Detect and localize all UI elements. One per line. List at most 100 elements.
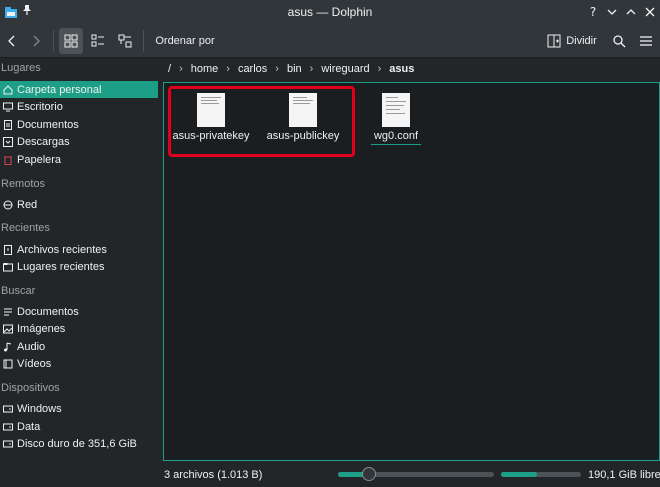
free-space-fill: [501, 472, 537, 477]
place-label: Descargas: [17, 135, 70, 148]
section-label-lugares: Lugares: [1, 62, 41, 74]
toolbar-separator: [143, 30, 144, 52]
place-label: Imágenes: [17, 322, 66, 335]
sort-by-label: Ordenar por: [155, 35, 215, 47]
search-icon: [613, 35, 626, 48]
icons-view-icon: [64, 34, 78, 48]
search-audio[interactable]: Audio: [0, 338, 158, 355]
place-papelera[interactable]: Papelera: [0, 151, 158, 168]
breadcrumb-carlos[interactable]: carlos: [238, 63, 267, 75]
drive-icon: [3, 404, 13, 414]
place-descargas[interactable]: Descargas: [0, 133, 158, 150]
details-view-icon: [118, 34, 132, 48]
zoom-slider[interactable]: [338, 467, 494, 481]
recent-places-icon: [3, 262, 13, 272]
search-imagenes[interactable]: Imágenes: [0, 320, 158, 337]
place-label: Lugares recientes: [17, 260, 105, 273]
close-icon[interactable]: [643, 5, 657, 19]
breadcrumb-bin[interactable]: bin: [287, 63, 302, 75]
breadcrumb-root[interactable]: /: [168, 63, 171, 75]
place-archivos-recientes[interactable]: Archivos recientes: [0, 241, 158, 258]
place-lugares-recientes[interactable]: Lugares recientes: [0, 258, 158, 275]
search-videos[interactable]: Vídeos: [0, 355, 158, 372]
breadcrumb: / › home › carlos › bin › wireguard › as…: [160, 58, 660, 80]
file-name: wg0.conf: [373, 130, 419, 142]
place-label: Archivos recientes: [17, 243, 107, 256]
zoom-slider-handle[interactable]: [362, 467, 377, 481]
maximize-icon[interactable]: [624, 5, 638, 19]
network-icon: [3, 200, 13, 210]
place-documentos[interactable]: Documentos: [0, 116, 158, 133]
trash-icon: [3, 155, 13, 165]
minimize-icon[interactable]: [605, 5, 619, 19]
file-underline: [371, 144, 421, 145]
search-button[interactable]: [609, 28, 629, 54]
icons-view-button[interactable]: [59, 28, 83, 54]
place-red[interactable]: Red: [0, 196, 158, 213]
file-item[interactable]: wg0.conf: [364, 93, 428, 145]
search-documentos[interactable]: Documentos: [0, 303, 158, 320]
svg-text:?: ?: [590, 5, 596, 19]
help-icon[interactable]: ?: [586, 5, 600, 19]
place-escritorio[interactable]: Escritorio: [0, 98, 158, 115]
breadcrumb-home[interactable]: home: [191, 63, 219, 75]
chevron-right-icon[interactable]: ›: [378, 63, 382, 75]
home-icon: [3, 84, 13, 95]
place-label: Carpeta personal: [17, 83, 102, 96]
device-windows[interactable]: Windows: [0, 400, 158, 417]
videos-icon: [3, 359, 13, 369]
split-view-label: Dividir: [566, 35, 597, 47]
compact-view-button[interactable]: [86, 28, 110, 54]
details-view-button[interactable]: [113, 28, 137, 54]
place-label: Papelera: [17, 153, 62, 166]
menu-button[interactable]: [635, 28, 657, 54]
place-label: Audio: [17, 340, 46, 353]
split-view-button[interactable]: Dividir: [543, 28, 601, 54]
recent-files-icon: [3, 244, 13, 255]
breadcrumb-wireguard[interactable]: wireguard: [321, 63, 369, 75]
section-label-dispositivos: Dispositivos: [1, 382, 60, 394]
status-summary: 3 archivos (1.013 B): [164, 469, 263, 481]
place-label: Data: [17, 420, 41, 433]
place-label: Documentos: [17, 305, 79, 318]
highlight-box: [168, 86, 355, 157]
text-file-icon: [382, 93, 410, 127]
chevron-right-icon[interactable]: ›: [275, 63, 279, 75]
back-button[interactable]: [2, 28, 22, 54]
downloads-icon: [3, 136, 13, 147]
chevron-right-icon[interactable]: ›: [179, 63, 183, 75]
forward-button[interactable]: [26, 28, 46, 54]
places-panel: Lugares Carpeta personal Escritorio Docu…: [0, 58, 160, 487]
images-icon: [3, 324, 13, 334]
search-documents-icon: [3, 307, 13, 317]
place-label: Vídeos: [17, 357, 52, 370]
sort-by-button[interactable]: Ordenar por: [150, 28, 220, 54]
window-title: asus — Dolphin: [287, 5, 373, 19]
chevron-right-icon[interactable]: ›: [310, 63, 314, 75]
place-label: Windows: [17, 402, 62, 415]
back-arrow-icon: [8, 35, 15, 47]
chevron-right-icon[interactable]: ›: [226, 63, 230, 75]
device-disco-duro[interactable]: Disco duro de 351,6 GiB: [0, 435, 158, 452]
drive-icon: [3, 439, 13, 449]
free-space-label: 190,1 GiB libre: [588, 469, 660, 481]
place-label: Documentos: [17, 118, 79, 131]
documents-icon: [3, 119, 13, 130]
status-bar: 3 archivos (1.013 B) 190,1 GiB libre: [160, 462, 660, 487]
drive-icon: [3, 422, 13, 432]
place-label: Escritorio: [17, 100, 63, 113]
forward-arrow-icon: [33, 35, 40, 47]
hamburger-menu-icon: [640, 36, 652, 46]
section-label-recientes: Recientes: [1, 222, 50, 234]
place-label: Disco duro de 351,6 GiB: [17, 437, 137, 450]
compact-view-icon: [91, 34, 104, 47]
place-carpeta-personal[interactable]: Carpeta personal: [0, 81, 158, 98]
place-label: Red: [17, 198, 38, 211]
toolbar-separator: [53, 30, 54, 52]
device-data[interactable]: Data: [0, 418, 158, 435]
title-bar: asus — Dolphin ?: [0, 0, 660, 24]
free-space-bar: [501, 472, 581, 477]
audio-icon: [3, 342, 13, 352]
breadcrumb-current[interactable]: asus: [389, 63, 414, 75]
section-label-remotos: Remotos: [1, 178, 46, 190]
